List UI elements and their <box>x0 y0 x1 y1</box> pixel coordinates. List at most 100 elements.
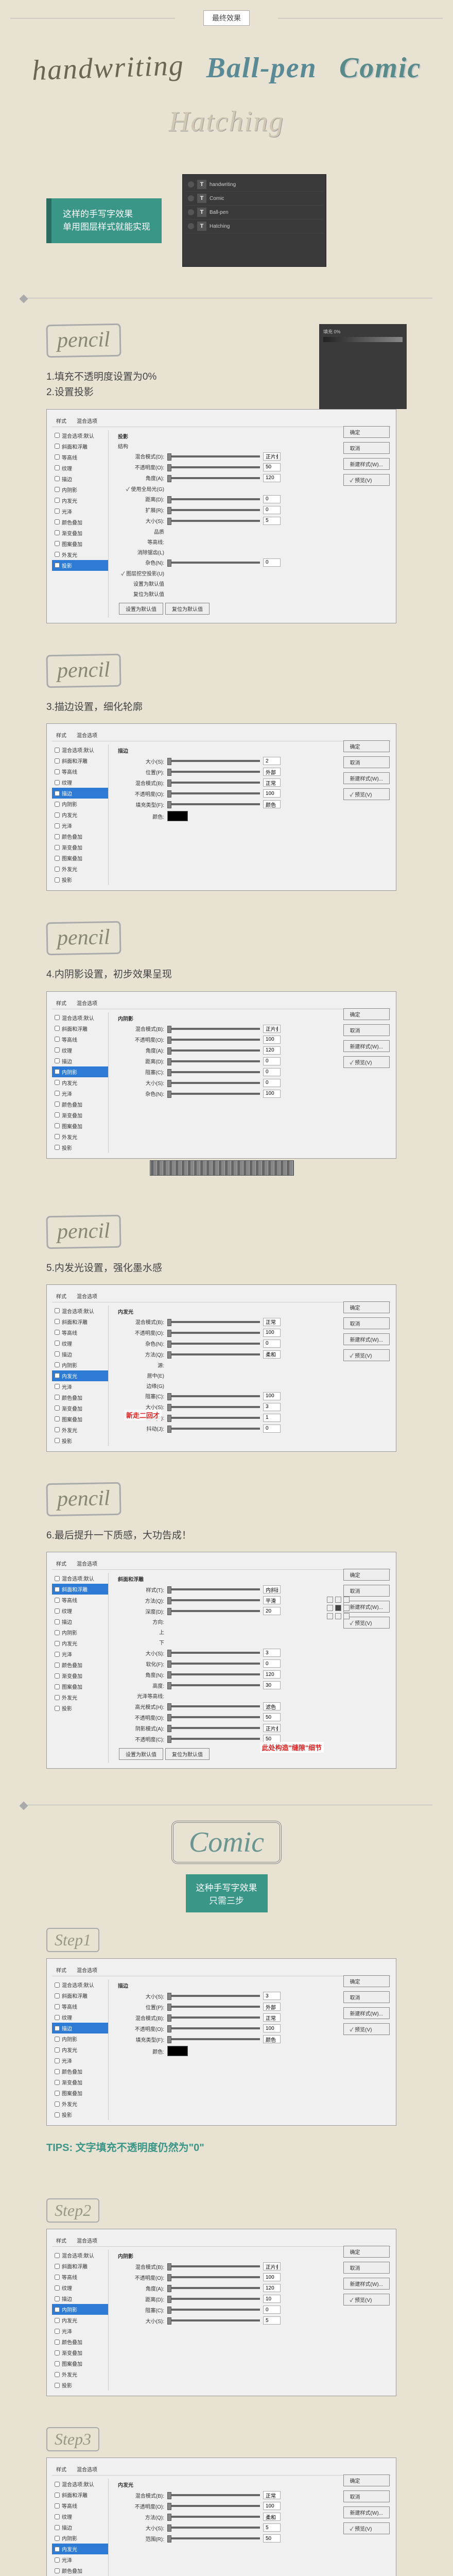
style-checkbox[interactable] <box>55 1384 60 1389</box>
default-button[interactable]: 设置为默认值 <box>119 1748 163 1760</box>
style-checkbox[interactable] <box>55 1993 60 1998</box>
style-list-item[interactable]: 纹理 <box>52 1045 108 1056</box>
style-checkbox[interactable] <box>55 769 60 774</box>
field-input[interactable] <box>263 1403 281 1411</box>
slider[interactable] <box>167 2505 260 2507</box>
default-button[interactable]: 设置为默认值 <box>119 603 163 615</box>
style-list-item[interactable]: 描边 <box>52 1616 108 1627</box>
style-list-item[interactable]: 描边 <box>52 1349 108 1360</box>
style-checkbox[interactable] <box>55 791 60 796</box>
style-list-item[interactable]: 内阴影 <box>52 799 108 809</box>
dialog-button[interactable]: 取消 <box>343 1585 390 1597</box>
style-checkbox[interactable] <box>55 1123 60 1128</box>
reset-button[interactable]: 复位为默认值 <box>165 603 210 615</box>
style-list-item[interactable]: 斜面和浮雕 <box>52 441 108 452</box>
field-input[interactable] <box>263 800 281 808</box>
field-input[interactable] <box>263 1702 281 1710</box>
style-list-item[interactable]: 描边 <box>52 2293 108 2304</box>
slider[interactable] <box>167 1343 260 1345</box>
tab[interactable]: 混合选项 <box>77 1292 97 1300</box>
style-checkbox[interactable] <box>55 1405 60 1411</box>
style-list-item[interactable]: 混合选项:默认 <box>52 744 108 755</box>
style-checkbox[interactable] <box>55 1416 60 1421</box>
field-input[interactable] <box>263 1318 281 1326</box>
style-list-item[interactable]: 颜色叠加 <box>52 2066 108 2077</box>
style-list-item[interactable]: 渐变叠加 <box>52 528 108 538</box>
dialog-button[interactable]: 取消 <box>343 1991 390 2003</box>
style-checkbox[interactable] <box>55 519 60 524</box>
style-list-item[interactable]: 纹理 <box>52 2012 108 2023</box>
style-checkbox[interactable] <box>55 2275 60 2280</box>
field-input[interactable] <box>263 757 281 765</box>
style-checkbox[interactable] <box>55 2547 60 2552</box>
field-input[interactable] <box>263 2262 281 2270</box>
style-list-item[interactable]: 颜色叠加 <box>52 831 108 842</box>
slider[interactable] <box>167 2038 260 2040</box>
style-list-item[interactable]: 图案叠加 <box>52 1414 108 1425</box>
tab[interactable]: 混合选项 <box>77 731 97 739</box>
slider[interactable] <box>167 2527 260 2529</box>
field-input[interactable] <box>263 506 281 514</box>
style-checkbox[interactable] <box>55 541 60 546</box>
style-checkbox[interactable] <box>55 1026 60 1031</box>
slider[interactable] <box>167 2027 260 2029</box>
field-input[interactable] <box>263 2523 281 2532</box>
style-checkbox[interactable] <box>55 1015 60 1020</box>
style-checkbox[interactable] <box>55 2091 60 2096</box>
field-input[interactable] <box>263 1036 281 1044</box>
style-checkbox[interactable] <box>55 433 60 438</box>
style-list-item[interactable]: 混合选项:默认 <box>52 2250 108 2261</box>
slider[interactable] <box>167 1705 260 1707</box>
tab[interactable]: 样式 <box>56 2236 66 2244</box>
field-input[interactable] <box>263 778 281 787</box>
style-checkbox[interactable] <box>55 2514 60 2519</box>
style-checkbox[interactable] <box>55 1695 60 1700</box>
slider[interactable] <box>167 2265 260 2267</box>
style-checkbox[interactable] <box>55 2372 60 2377</box>
field-input[interactable] <box>263 1724 281 1732</box>
style-list-item[interactable]: 外发光 <box>52 1131 108 1142</box>
style-checkbox[interactable] <box>55 812 60 818</box>
style-list-item[interactable]: 等高线 <box>52 2500 108 2511</box>
style-checkbox[interactable] <box>55 1684 60 1689</box>
style-list-item[interactable]: 投影 <box>52 1703 108 1714</box>
style-checkbox[interactable] <box>55 1982 60 1988</box>
slider[interactable] <box>167 455 260 457</box>
style-list-item[interactable]: 光泽 <box>52 1088 108 1099</box>
field-input[interactable] <box>263 517 281 525</box>
dialog-button[interactable]: ✓ 预览(V) <box>343 2522 390 2534</box>
style-list-item[interactable]: 纹理 <box>52 777 108 788</box>
style-list-item[interactable]: 光泽 <box>52 2554 108 2565</box>
style-list-item[interactable]: 内发光 <box>52 809 108 820</box>
field-input[interactable] <box>263 1649 281 1657</box>
slider[interactable] <box>167 2006 260 2008</box>
style-checkbox[interactable] <box>55 1047 60 1053</box>
style-checkbox[interactable] <box>55 2102 60 2107</box>
style-list-item[interactable]: 斜面和浮雕 <box>52 755 108 766</box>
style-list-item[interactable]: 图案叠加 <box>52 2088 108 2098</box>
dialog-button[interactable]: 新建样式(W)... <box>343 1040 390 1052</box>
style-list-item[interactable]: 光泽 <box>52 820 108 831</box>
style-checkbox[interactable] <box>55 2264 60 2269</box>
style-list-item[interactable]: 外发光 <box>52 863 108 874</box>
style-list-item[interactable]: 内阴影 <box>52 1627 108 1638</box>
style-list-item[interactable]: 投影 <box>52 874 108 885</box>
style-checkbox[interactable] <box>55 1373 60 1378</box>
style-list-item[interactable]: 纹理 <box>52 2282 108 2293</box>
slider[interactable] <box>167 760 260 762</box>
style-list-item[interactable]: 内发光 <box>52 1077 108 1088</box>
field-input[interactable] <box>263 1068 281 1076</box>
dialog-button[interactable]: 取消 <box>343 2490 390 2502</box>
slider[interactable] <box>167 2309 260 2311</box>
field-input[interactable] <box>263 1713 281 1721</box>
field-input[interactable] <box>263 1329 281 1337</box>
style-list-item[interactable]: 渐变叠加 <box>52 2347 108 2358</box>
slider[interactable] <box>167 2298 260 2300</box>
style-list-item[interactable]: 等高线 <box>52 1327 108 1338</box>
slider[interactable] <box>167 1652 260 1654</box>
field-input[interactable] <box>263 2491 281 2499</box>
slider[interactable] <box>167 477 260 479</box>
field-input[interactable] <box>263 2273 281 2281</box>
slider[interactable] <box>167 1995 260 1997</box>
slider[interactable] <box>167 1663 260 1665</box>
